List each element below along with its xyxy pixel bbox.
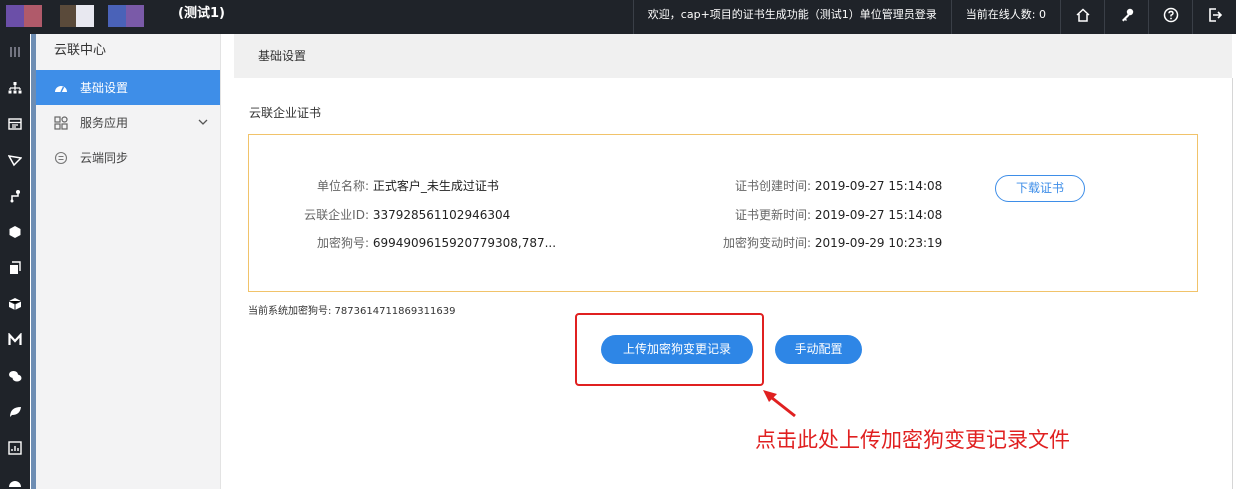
updated-value: 2019-09-27 15:14:08 xyxy=(814,208,943,222)
main-content: 基础设置 云联企业证书 单位名称: 正式客户_未生成过证书 云联企业ID: 33… xyxy=(230,34,1236,489)
menu-icon[interactable] xyxy=(0,34,30,70)
apps-icon xyxy=(54,115,68,130)
cert-panel: 单位名称: 正式客户_未生成过证书 云联企业ID: 33792856110294… xyxy=(248,134,1198,292)
updated-row: 证书更新时间: 2019-09-27 15:14:08 xyxy=(561,206,942,223)
top-right-nav: 欢迎，cap+项目的证书生成功能（测试1）单位管理员登录 当前在线人数: 0 xyxy=(632,0,1236,34)
sidebar-title: 云联中心 xyxy=(54,43,107,58)
chevron-down-icon xyxy=(198,119,208,125)
enterprise-id-row: 云联企业ID: 337928561102946304 xyxy=(169,206,510,223)
created-label: 证书创建时间: xyxy=(734,179,811,193)
table-icon[interactable] xyxy=(0,106,30,142)
divider xyxy=(1232,78,1233,489)
route-icon[interactable] xyxy=(0,178,30,214)
sidebar-item-basic-settings[interactable]: 基础设置 xyxy=(36,70,220,105)
sidebar-item-label: 云端同步 xyxy=(80,151,129,165)
chart-icon[interactable] xyxy=(0,430,30,466)
welcome-text: 欢迎，cap+项目的证书生成功能（测试1）单位管理员登录 xyxy=(632,0,951,34)
top-bar: (测试1) 欢迎，cap+项目的证书生成功能（测试1）单位管理员登录 当前在线人… xyxy=(0,0,1236,34)
sidebar-item-label: 服务应用 xyxy=(80,116,129,130)
unit-name-label: 单位名称: xyxy=(316,179,369,193)
enterprise-id-value: 337928561102946304 xyxy=(372,208,511,222)
app-title: (测试1) xyxy=(178,6,225,21)
dog-changed-row: 加密狗变动时间: 2019-09-29 10:23:19 xyxy=(561,234,942,251)
copy-icon[interactable] xyxy=(0,250,30,286)
download-cert-button[interactable]: 下载证书 xyxy=(995,175,1085,202)
leaf-icon[interactable] xyxy=(0,394,30,430)
chat-icon[interactable] xyxy=(0,358,30,394)
hexagon-icon[interactable] xyxy=(0,214,30,250)
sidebar-item-cloud-sync[interactable]: 云端同步 xyxy=(36,140,220,175)
page-title: 基础设置 xyxy=(234,34,1232,78)
home-icon[interactable] xyxy=(1060,0,1104,34)
created-row: 证书创建时间: 2019-09-27 15:14:08 xyxy=(561,177,942,194)
sidebar-item-label: 基础设置 xyxy=(80,81,129,95)
dog-no-label: 加密狗号: xyxy=(316,236,369,250)
filter-icon[interactable] xyxy=(0,142,30,178)
section-label: 云联企业证书 xyxy=(249,106,322,120)
annotation-arrow-icon xyxy=(763,390,796,418)
logo xyxy=(6,5,144,27)
created-value: 2019-09-27 15:14:08 xyxy=(814,179,943,193)
dog-no-value: 6994909615920779308,787... xyxy=(372,236,557,250)
sidebar-item-service-apps[interactable]: 服务应用 xyxy=(36,105,220,140)
enterprise-id-label: 云联企业ID: xyxy=(304,208,369,222)
dog-no-row: 加密狗号: 6994909615920779308,787... xyxy=(169,234,556,251)
sync-icon xyxy=(54,151,68,165)
sidebar: 云联中心 基础设置 服务应用 云端同步 xyxy=(36,34,221,489)
cube-icon[interactable] xyxy=(0,286,30,322)
unit-name-row: 单位名称: 正式客户_未生成过证书 xyxy=(169,177,499,194)
dashboard-icon xyxy=(54,81,68,95)
unit-name-value: 正式客户_未生成过证书 xyxy=(372,179,499,193)
org-tree-icon[interactable] xyxy=(0,70,30,106)
online-count: 当前在线人数: 0 xyxy=(950,0,1060,34)
dog-changed-label: 加密狗变动时间: xyxy=(722,236,811,250)
updated-label: 证书更新时间: xyxy=(734,208,811,222)
dog-changed-value: 2019-09-29 10:23:19 xyxy=(814,236,943,250)
manual-config-button[interactable]: 手动配置 xyxy=(775,335,862,364)
annotation-text: 点击此处上传加密狗变更记录文件 xyxy=(755,428,1070,452)
help-icon[interactable] xyxy=(1148,0,1192,34)
icon-rail xyxy=(0,34,30,489)
system-dog-number: 当前系统加密狗号: 7873614711869311639 xyxy=(248,306,456,317)
m-letter-icon[interactable] xyxy=(0,322,30,358)
logout-icon[interactable] xyxy=(1192,0,1236,34)
dashboard-icon[interactable] xyxy=(0,466,30,502)
key-icon[interactable] xyxy=(1104,0,1148,34)
upload-dog-change-button[interactable]: 上传加密狗变更记录 xyxy=(601,335,753,364)
